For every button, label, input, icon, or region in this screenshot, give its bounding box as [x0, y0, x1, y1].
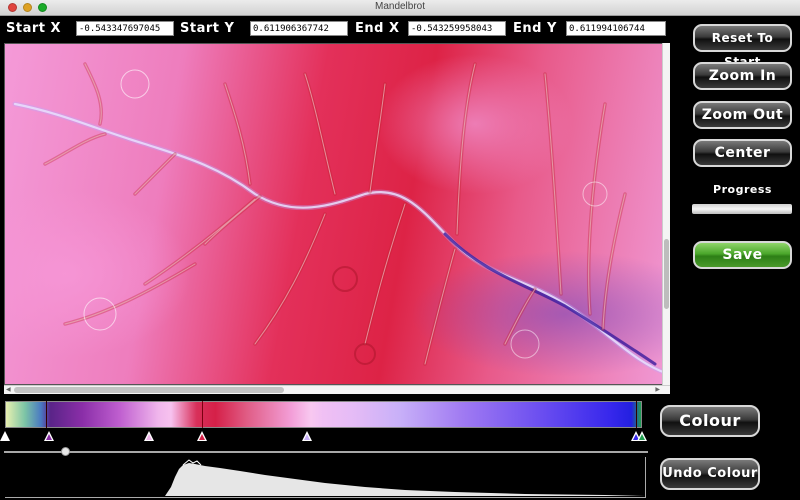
canvas-horizontal-scrollbar[interactable]: ◀ ▶: [4, 385, 670, 394]
colour-palette-gradient[interactable]: [5, 401, 642, 428]
end-x-field[interactable]: -0.543259958043: [408, 21, 506, 36]
progress-label: Progress: [713, 183, 772, 196]
palette-stop-fill: [2, 434, 8, 440]
palette-stop-fill: [146, 434, 152, 440]
palette-stop-fill: [639, 434, 645, 440]
end-x-label: End X: [355, 21, 400, 36]
palette-stop-fill: [304, 434, 310, 440]
palette-divider: [202, 401, 203, 428]
progress-bar: [692, 204, 792, 214]
canvas-vertical-scrollbar[interactable]: [662, 43, 670, 385]
palette-stop-marker[interactable]: [44, 431, 54, 441]
undo-colour-button[interactable]: Undo Colour: [660, 458, 760, 490]
coordinate-bar: Start X -0.543347697045 Start Y 0.611906…: [0, 18, 680, 40]
fractal-canvas[interactable]: [4, 43, 668, 385]
end-y-field[interactable]: 0.611994106744: [566, 21, 666, 36]
palette-stop-marker[interactable]: [197, 431, 207, 441]
palette-stop-fill: [46, 434, 52, 440]
start-y-field[interactable]: 0.611906367742: [250, 21, 348, 36]
zoom-out-button[interactable]: Zoom Out: [693, 101, 792, 129]
fractal-filaments: [12, 62, 667, 376]
start-y-label: Start Y: [180, 21, 235, 36]
palette-stop-marker[interactable]: [637, 431, 647, 441]
start-x-label: Start X: [6, 21, 62, 36]
horizontal-scroll-thumb[interactable]: [14, 387, 284, 393]
vertical-scroll-thumb[interactable]: [664, 239, 669, 309]
zoom-in-button[interactable]: Zoom In: [693, 62, 792, 90]
palette-stop-marker[interactable]: [144, 431, 154, 441]
palette-slider-track[interactable]: [4, 451, 648, 453]
save-button[interactable]: Save: [693, 241, 792, 269]
palette-stop-fill: [199, 434, 205, 440]
palette-divider: [636, 401, 637, 428]
start-x-field[interactable]: -0.543347697045: [76, 21, 174, 36]
reset-to-start-button[interactable]: Reset To Start: [693, 24, 792, 69]
palette-divider: [46, 401, 47, 428]
window-title: Mandelbrot: [374, 1, 426, 12]
histogram-graph: [5, 459, 645, 496]
end-y-label: End Y: [513, 21, 557, 36]
window-titlebar: Mandelbrot: [0, 0, 800, 16]
palette-stop-marker[interactable]: [302, 431, 312, 441]
iteration-histogram: [5, 457, 646, 498]
center-button[interactable]: Center: [693, 139, 792, 167]
scroll-right-arrow-icon[interactable]: ▶: [655, 386, 660, 393]
scroll-left-arrow-icon[interactable]: ◀: [6, 386, 11, 393]
colour-button[interactable]: Colour: [660, 405, 760, 437]
palette-slider-knob[interactable]: [61, 447, 70, 456]
palette-stop-marker[interactable]: [0, 431, 10, 441]
